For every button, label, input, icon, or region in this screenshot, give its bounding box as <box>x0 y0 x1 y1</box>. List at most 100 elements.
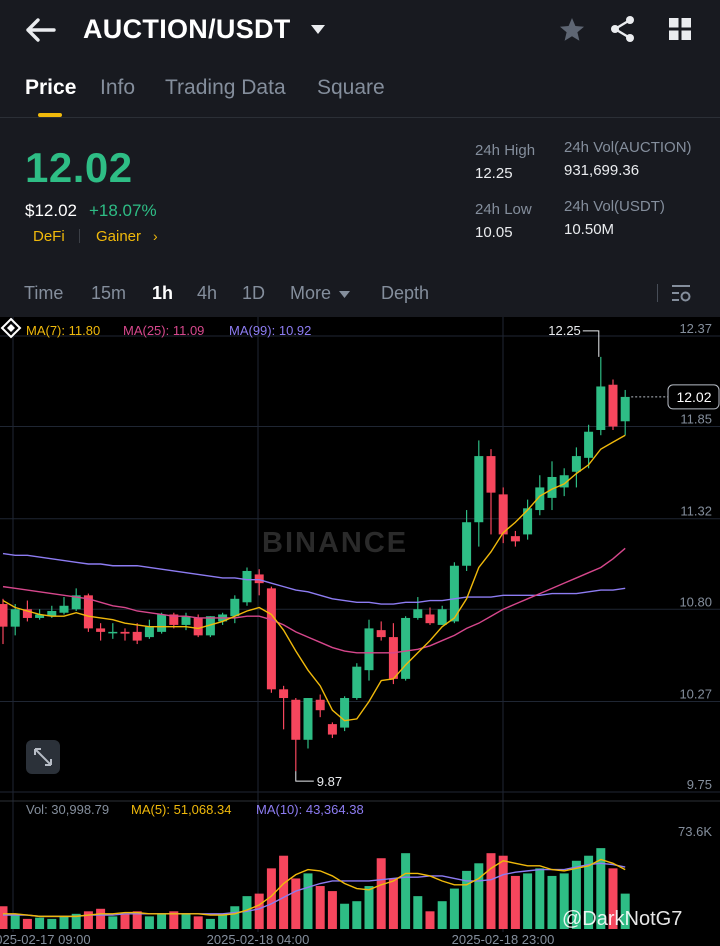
volume-bar <box>437 901 447 929</box>
caret-down-icon[interactable] <box>310 24 326 36</box>
grid-icon[interactable] <box>668 17 692 41</box>
candle <box>10 609 20 627</box>
volume-bar <box>205 918 215 929</box>
candle <box>596 386 606 430</box>
volume-bar <box>486 853 496 929</box>
ma7-line <box>2 434 626 722</box>
volume-bar <box>242 896 252 929</box>
candle <box>0 604 8 627</box>
interval-1h[interactable]: 1h <box>152 283 173 304</box>
candle <box>254 574 264 584</box>
candle <box>266 588 276 690</box>
vol-base-label: 24h Vol(AUCTION) <box>564 139 692 156</box>
volume-bar <box>340 903 350 929</box>
arrow-left-icon[interactable] <box>24 14 58 46</box>
price-tick-label: 10.27 <box>679 686 712 701</box>
interval-1d[interactable]: 1D <box>242 283 265 304</box>
candle <box>327 724 337 735</box>
expand-icon <box>34 748 52 766</box>
candle <box>401 617 411 679</box>
time-tick-label: 2025-02-18 23:00 <box>452 932 555 946</box>
volume-bar <box>303 873 313 929</box>
candle <box>474 456 484 523</box>
interval-divider <box>657 284 658 302</box>
detail-tabs: Price Info Trading Data Square <box>0 62 720 118</box>
interval-4h[interactable]: 4h <box>197 283 217 304</box>
candle <box>120 631 130 634</box>
candle <box>340 698 350 728</box>
vol-legend: Vol: 30,998.79 <box>26 802 110 817</box>
price-tick-label: 11.85 <box>680 412 712 427</box>
tab-square[interactable]: Square <box>317 76 385 100</box>
time-tick-label: 2025-02-18 04:00 <box>207 932 310 946</box>
vol-base-value: 931,699.36 <box>564 162 640 179</box>
volume-bar <box>462 870 472 929</box>
last-price: 12.02 <box>25 144 133 191</box>
candle <box>132 631 142 641</box>
candle <box>620 396 630 422</box>
candle <box>388 637 398 679</box>
candle <box>571 456 581 472</box>
high-marker-label: 12.25 <box>548 323 581 338</box>
tab-info[interactable]: Info <box>100 76 135 100</box>
candle <box>510 536 520 542</box>
volume-bar <box>364 886 374 929</box>
candle <box>462 522 472 566</box>
share-icon[interactable] <box>609 15 637 43</box>
volume-bar <box>10 913 20 929</box>
interval-depth[interactable]: Depth <box>381 283 429 304</box>
interval-time[interactable]: Time <box>24 283 63 304</box>
volume-bar <box>523 873 533 929</box>
vol-quote-label: 24h Vol(USDT) <box>564 198 665 215</box>
candle <box>364 628 374 671</box>
candle <box>157 614 167 632</box>
interval-15m[interactable]: 15m <box>91 283 126 304</box>
vol-quote-value: 10.50M <box>564 221 615 238</box>
volume-bar <box>327 891 337 929</box>
tag-defi[interactable]: DeFi <box>33 228 65 245</box>
volume-bar <box>291 878 301 929</box>
price-tick-label: 12.37 <box>679 321 712 336</box>
kline-chart[interactable]: BINANCE 12.37 11.85 11.32 10.80 10.27 9.75 12.… <box>0 317 720 946</box>
volume-bar <box>547 875 557 929</box>
candle <box>584 431 594 458</box>
candle <box>486 456 496 493</box>
candle <box>59 605 69 613</box>
volume-bar <box>157 913 167 929</box>
candle <box>413 609 423 618</box>
pair-title[interactable]: AUCTION/USDT <box>83 14 291 45</box>
candlestick-svg[interactable]: 12.37 11.85 11.32 10.80 10.27 9.75 12.25 9.87 12… <box>0 317 720 946</box>
low-label: 24h Low <box>475 201 532 218</box>
volume-bar <box>315 886 325 929</box>
volume-bar <box>376 858 386 929</box>
volume-bar <box>413 896 423 929</box>
price-tick-label: 11.32 <box>680 504 712 519</box>
tag-gainer[interactable]: Gainer <box>96 228 141 245</box>
volume-tick-label: 73.6K <box>678 824 712 839</box>
caret-down-icon[interactable] <box>339 291 350 299</box>
time-tick-label: 2025-02-17 09:00 <box>0 932 91 946</box>
candle <box>315 699 325 711</box>
chevron-right-icon[interactable]: › <box>153 228 158 244</box>
tab-trading-data[interactable]: Trading Data <box>165 76 286 100</box>
star-icon[interactable] <box>558 16 586 44</box>
volume-bar <box>59 916 69 929</box>
vol-ma5-legend: MA(5): 51,068.34 <box>131 802 232 817</box>
volume-bar <box>83 911 93 929</box>
candle <box>96 628 106 632</box>
low-marker-label: 9.87 <box>317 774 342 789</box>
high-marker-line <box>582 330 600 357</box>
candle <box>230 598 240 617</box>
chart-settings-icon[interactable] <box>670 282 692 304</box>
volume-bar <box>108 916 118 929</box>
high-label: 24h High <box>475 142 536 159</box>
price-tick-label: 9.75 <box>687 777 712 792</box>
fullscreen-button[interactable] <box>26 740 60 774</box>
tab-price[interactable]: Price <box>25 76 76 100</box>
volume-bar <box>449 888 459 929</box>
low-marker-line <box>295 771 314 782</box>
interval-more[interactable]: More <box>290 283 331 304</box>
volume-bar <box>279 855 289 929</box>
volume-bar <box>388 878 398 929</box>
candle <box>181 616 191 625</box>
